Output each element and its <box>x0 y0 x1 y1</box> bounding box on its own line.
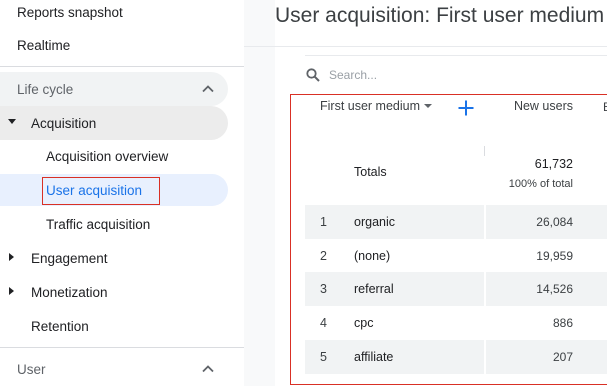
row-dimension: (none) <box>354 249 391 263</box>
nav-realtime-label: Realtime <box>17 37 71 53</box>
nav-realtime[interactable]: Realtime <box>17 29 70 61</box>
content-gutter <box>244 0 275 386</box>
row-dimension: organic <box>354 215 395 229</box>
chevron-up-icon <box>202 85 214 93</box>
table-row[interactable]: 4 cpc 886 <box>305 306 607 340</box>
caret-right-icon <box>9 253 14 261</box>
row-dimension: cpc <box>354 316 374 330</box>
dimension-header-label: First user medium <box>320 99 421 113</box>
row-value: 14,526 <box>536 282 573 296</box>
search-icon <box>306 68 320 82</box>
caret-right-icon <box>9 287 14 295</box>
table-search <box>305 60 529 90</box>
section-user[interactable]: User <box>0 352 228 386</box>
metric-header-next[interactable]: E <box>603 100 607 114</box>
section-lifecycle-label: Life cycle <box>17 81 74 97</box>
section-user-label: User <box>17 361 46 377</box>
dropdown-arrow-icon <box>424 104 433 108</box>
group-monetization-label: Monetization <box>31 284 108 300</box>
cell-gap <box>484 205 486 239</box>
table-row[interactable]: 5 affiliate 207 <box>305 340 607 374</box>
search-input[interactable] <box>329 68 529 82</box>
sidebar-divider <box>0 66 244 67</box>
group-acquisition-label: Acquisition <box>31 115 97 131</box>
table-row[interactable]: 3 referral 14,526 <box>305 272 607 306</box>
totals-percent: 100% of total <box>508 178 573 190</box>
nav-retention-label: Retention <box>31 318 89 334</box>
totals-label: Totals <box>354 165 387 179</box>
sidebar: Reports snapshot Realtime Life cycle Acq… <box>0 0 244 386</box>
group-acquisition[interactable]: Acquisition <box>0 106 228 140</box>
row-index: 3 <box>320 282 327 296</box>
page-title-text: User acquisition: First user medium <box>275 4 605 27</box>
sidebar-divider <box>0 347 244 348</box>
row-dimension: referral <box>354 282 394 296</box>
dimension-selector[interactable]: First user medium <box>320 99 433 113</box>
nav-acquisition-overview[interactable]: Acquisition overview <box>0 140 228 172</box>
totals-value: 61,732 <box>534 157 573 171</box>
card-divider <box>305 55 607 56</box>
row-value: 19,959 <box>536 249 573 263</box>
add-dimension-icon[interactable] <box>457 99 475 117</box>
table-row[interactable]: 1 organic 26,084 <box>305 205 607 239</box>
row-value: 26,084 <box>536 215 573 229</box>
group-monetization[interactable]: Monetization <box>0 275 228 309</box>
cell-gap <box>484 272 486 306</box>
metric-header-label: New users <box>513 99 573 113</box>
row-index: 1 <box>320 215 327 229</box>
table-row[interactable]: 2 (none) 19,959 <box>305 239 607 273</box>
selection-highlight <box>42 177 160 205</box>
group-engagement-label: Engagement <box>31 250 108 266</box>
metric-header-next-label: E <box>603 100 607 114</box>
row-index: 5 <box>320 350 327 364</box>
caret-down-icon <box>8 119 16 124</box>
title-divider <box>244 46 607 47</box>
chevron-up-icon <box>202 365 214 373</box>
column-divider <box>484 146 485 156</box>
nav-reports-snapshot-label: Reports snapshot <box>17 4 123 20</box>
nav-traffic-acquisition[interactable]: Traffic acquisition <box>0 208 228 240</box>
nav-traffic-acquisition-label: Traffic acquisition <box>46 216 151 232</box>
nav-reports-snapshot[interactable]: Reports snapshot <box>17 0 123 28</box>
row-value: 886 <box>552 316 573 330</box>
row-dimension: affiliate <box>354 350 394 364</box>
page-title: User acquisition: First user medium n <box>275 4 607 28</box>
row-index: 4 <box>320 316 327 330</box>
row-index: 2 <box>320 249 327 263</box>
section-lifecycle[interactable]: Life cycle <box>0 72 228 106</box>
nav-retention[interactable]: Retention <box>0 309 228 343</box>
nav-acquisition-overview-label: Acquisition overview <box>46 148 169 164</box>
row-value: 207 <box>552 350 573 364</box>
group-engagement[interactable]: Engagement <box>0 241 228 275</box>
metric-header-new-users[interactable]: New users <box>514 99 573 113</box>
cell-gap <box>484 340 486 374</box>
